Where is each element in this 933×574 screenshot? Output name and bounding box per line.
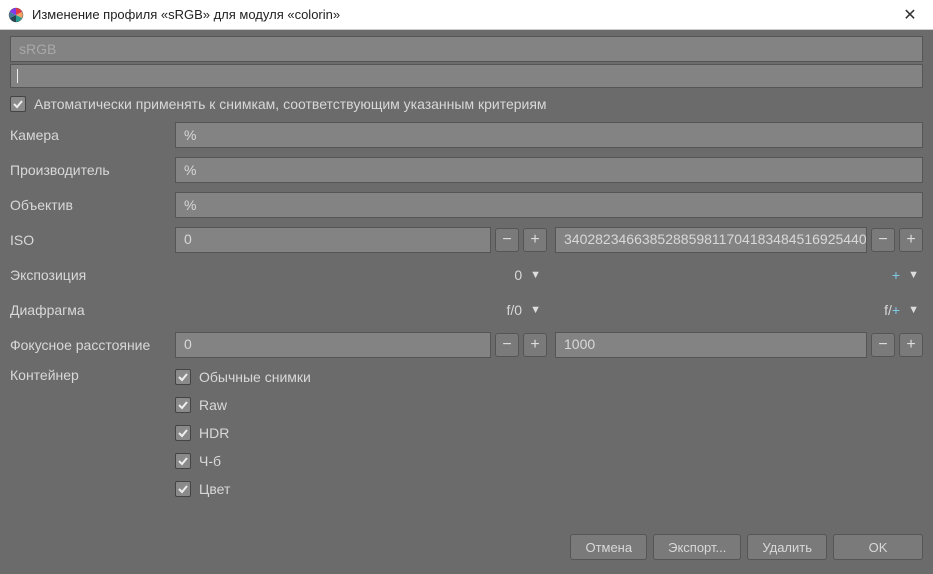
container-option-label: Цвет xyxy=(199,481,230,497)
focal-max-input[interactable]: 1000 xyxy=(555,332,867,358)
iso-min-inc-button[interactable]: + xyxy=(523,228,547,252)
chevron-down-icon: ▼ xyxy=(908,304,919,316)
check-icon xyxy=(177,455,189,467)
chevron-down-icon: ▼ xyxy=(530,269,541,281)
container-option: Обычные снимки xyxy=(175,369,311,385)
chevron-down-icon: ▼ xyxy=(530,304,541,316)
maker-label: Производитель xyxy=(10,162,175,178)
dialog-footer: Отмена Экспорт... Удалить OK xyxy=(570,534,923,560)
close-icon[interactable]: ✕ xyxy=(895,5,925,25)
cancel-button[interactable]: Отмена xyxy=(570,534,647,560)
container-option: Raw xyxy=(175,397,311,413)
maker-input[interactable] xyxy=(175,157,923,183)
exposure-label: Экспозиция xyxy=(10,267,175,283)
check-icon xyxy=(177,399,189,411)
container-checkbox[interactable] xyxy=(175,397,191,413)
aperture-min-value: f/0 xyxy=(507,302,523,318)
focal-max-dec-button[interactable]: − xyxy=(871,333,895,357)
container-option: Ч-б xyxy=(175,453,311,469)
focal-min-dec-button[interactable]: − xyxy=(495,333,519,357)
auto-apply-row: Автоматически применять к снимкам, соотв… xyxy=(10,96,923,112)
container-checkbox[interactable] xyxy=(175,425,191,441)
chevron-down-icon: ▼ xyxy=(908,269,919,281)
container-option-label: Ч-б xyxy=(199,453,221,469)
check-icon xyxy=(177,427,189,439)
exposure-min-value: 0 xyxy=(514,267,522,283)
container-option: HDR xyxy=(175,425,311,441)
aperture-label: Диафрагма xyxy=(10,302,175,318)
focal-min-inc-button[interactable]: + xyxy=(523,333,547,357)
lens-input[interactable] xyxy=(175,192,923,218)
lens-row: Объектив xyxy=(10,192,923,218)
filter-input[interactable] xyxy=(10,64,923,88)
exposure-row: Экспозиция 0 ▼ + ▼ xyxy=(10,262,923,288)
aperture-row: Диафрагма f/0 ▼ f/+ ▼ xyxy=(10,297,923,323)
focal-min-input[interactable]: 0 xyxy=(175,332,491,358)
aperture-min-dropdown[interactable]: f/0 ▼ xyxy=(175,297,545,323)
camera-row: Камера xyxy=(10,122,923,148)
iso-min-input[interactable]: 0 xyxy=(175,227,491,253)
iso-min-dec-button[interactable]: − xyxy=(495,228,519,252)
container-option-label: HDR xyxy=(199,425,229,441)
aperture-max-value: f/+ xyxy=(884,302,900,318)
ok-button[interactable]: OK xyxy=(833,534,923,560)
check-icon xyxy=(12,98,24,110)
iso-max-input[interactable]: 340282346638528859811704183484516925440 xyxy=(555,227,867,253)
container-checkbox[interactable] xyxy=(175,453,191,469)
container-options: Обычные снимки Raw HDR Ч-б Цвет xyxy=(175,367,311,497)
auto-apply-label: Автоматически применять к снимкам, соотв… xyxy=(34,96,547,112)
auto-apply-checkbox[interactable] xyxy=(10,96,26,112)
container-row: Контейнер Обычные снимки Raw HDR Ч-б Цвет xyxy=(10,367,923,497)
cursor xyxy=(17,69,18,83)
exposure-min-dropdown[interactable]: 0 ▼ xyxy=(175,262,545,288)
lens-label: Объектив xyxy=(10,197,175,213)
window-title: Изменение профиля «sRGB» для модуля «col… xyxy=(32,7,895,22)
app-icon xyxy=(8,7,24,23)
iso-max-dec-button[interactable]: − xyxy=(871,228,895,252)
check-icon xyxy=(177,371,189,383)
container-option-label: Обычные снимки xyxy=(199,369,311,385)
camera-input[interactable] xyxy=(175,122,923,148)
focal-row: Фокусное расстояние 0 − + 1000 − + xyxy=(10,332,923,358)
camera-label: Камера xyxy=(10,127,175,143)
delete-button[interactable]: Удалить xyxy=(747,534,827,560)
export-button[interactable]: Экспорт... xyxy=(653,534,741,560)
maker-row: Производитель xyxy=(10,157,923,183)
iso-max-inc-button[interactable]: + xyxy=(899,228,923,252)
focal-label: Фокусное расстояние xyxy=(10,337,175,353)
dialog-content: Автоматически применять к снимкам, соотв… xyxy=(0,30,933,507)
aperture-max-dropdown[interactable]: f/+ ▼ xyxy=(553,297,923,323)
container-checkbox[interactable] xyxy=(175,481,191,497)
iso-row: ISO 0 − + 340282346638528859811704183484… xyxy=(10,227,923,253)
check-icon xyxy=(177,483,189,495)
container-option: Цвет xyxy=(175,481,311,497)
profile-name-input[interactable] xyxy=(10,36,923,62)
exposure-max-value: + xyxy=(892,267,900,283)
exposure-max-dropdown[interactable]: + ▼ xyxy=(553,262,923,288)
container-checkbox[interactable] xyxy=(175,369,191,385)
focal-max-inc-button[interactable]: + xyxy=(899,333,923,357)
title-bar: Изменение профиля «sRGB» для модуля «col… xyxy=(0,0,933,30)
iso-label: ISO xyxy=(10,232,175,248)
container-label: Контейнер xyxy=(10,367,175,383)
container-option-label: Raw xyxy=(199,397,227,413)
